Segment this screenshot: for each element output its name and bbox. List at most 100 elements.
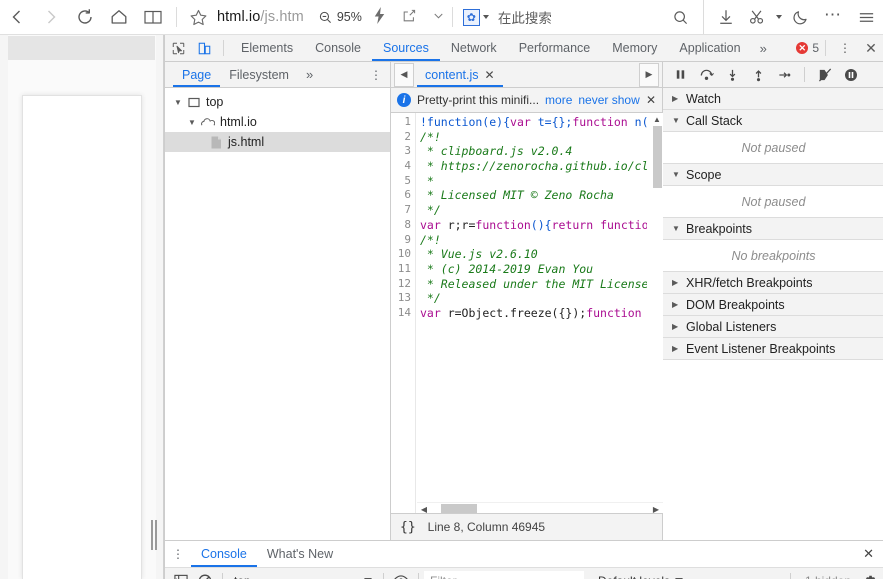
scroll-tabs-right-button[interactable]: ▶ — [639, 62, 659, 87]
debugger-toolbar — [663, 62, 883, 88]
url-path: /js.htm — [260, 9, 304, 25]
tab-filesystem[interactable]: Filesystem — [220, 62, 298, 87]
clear-console-icon[interactable] — [193, 570, 217, 579]
console-settings-gear-icon[interactable] — [860, 570, 878, 579]
code-content[interactable]: !function(e){var t={};function n(/*! * c… — [417, 113, 647, 516]
console-log-levels-dropdown[interactable]: Default levels — [598, 574, 684, 579]
moon-icon[interactable] — [785, 0, 817, 34]
tab-network[interactable]: Network — [440, 35, 508, 61]
section-header-event-listener-breakpoints[interactable]: ▶ Event Listener Breakpoints — [663, 338, 883, 360]
code-line: * — [417, 174, 647, 189]
toggle-device-toolbar-icon[interactable] — [191, 35, 217, 61]
console-sidebar-toggle-icon[interactable] — [169, 570, 193, 579]
navigator-kebab-icon[interactable]: ⋮ — [362, 68, 390, 82]
disclosure-triangle-icon: ▼ — [672, 116, 680, 125]
section-header-watch[interactable]: ▶ Watch — [663, 88, 883, 110]
caret-down-icon[interactable] — [772, 0, 785, 34]
section-header-call-stack[interactable]: ▼ Call Stack — [663, 110, 883, 132]
close-drawer-icon[interactable]: ✕ — [853, 546, 883, 562]
home-button[interactable] — [102, 0, 136, 34]
scissors-icon[interactable] — [742, 0, 772, 34]
ellipsis-icon[interactable]: ⋯ — [817, 0, 849, 34]
share-icon[interactable] — [401, 8, 417, 27]
code-line: var r=Object.freeze({});function — [417, 306, 647, 321]
info-icon: i — [397, 93, 411, 107]
more-navigator-tabs-icon[interactable]: » — [298, 67, 321, 82]
chevron-down-icon[interactable] — [431, 8, 446, 26]
tab-elements[interactable]: Elements — [230, 35, 304, 61]
editor-tab-content-js[interactable]: content.js ✕ — [417, 62, 503, 87]
line-number: 10 — [397, 247, 411, 261]
code-token: n( — [627, 115, 647, 129]
tab-performance[interactable]: Performance — [508, 35, 602, 61]
pause-on-exceptions-icon[interactable] — [839, 64, 862, 86]
search-engine-selector[interactable]: ✿ — [462, 8, 489, 26]
code-editor-area[interactable]: 1 2 3 4 5 6 7 8 9 10 11 12 13 14 !function(e){var t={… — [391, 113, 663, 516]
devtools-kebab-icon[interactable]: ⋮ — [832, 35, 858, 61]
console-filter-input[interactable] — [424, 571, 584, 579]
deactivate-breakpoints-icon[interactable] — [813, 64, 836, 86]
tab-page[interactable]: Page — [173, 62, 220, 87]
drawer-resize-handle[interactable] — [148, 512, 160, 558]
step-over-icon[interactable] — [695, 64, 718, 86]
line-number: 7 — [404, 203, 411, 217]
reading-list-icon[interactable] — [136, 0, 170, 34]
close-infobar-icon[interactable]: ✕ — [646, 93, 656, 107]
tree-item-top[interactable]: ▼ top — [165, 92, 390, 112]
download-icon[interactable] — [710, 0, 742, 34]
section-header-global-listeners[interactable]: ▶ Global Listeners — [663, 316, 883, 338]
search-icon[interactable] — [663, 0, 697, 34]
disclosure-triangle-icon: ▶ — [672, 278, 679, 287]
tree-item-html-io[interactable]: ▼ html.io — [165, 112, 390, 132]
reload-button[interactable] — [68, 0, 102, 34]
address-bar[interactable]: html.io/js.htm — [217, 9, 304, 25]
line-number: 14 — [397, 305, 411, 319]
console-context-selector[interactable]: top — [228, 571, 378, 579]
disclosure-triangle-icon[interactable]: ▼ — [171, 98, 185, 107]
disclosure-triangle-icon[interactable]: ▼ — [185, 118, 199, 127]
section-header-breakpoints[interactable]: ▼ Breakpoints — [663, 218, 883, 240]
live-expression-eye-icon[interactable] — [389, 570, 413, 579]
section-header-xhr-breakpoints[interactable]: ▶ XHR/fetch Breakpoints — [663, 272, 883, 294]
scroll-up-arrow-icon[interactable]: ▲ — [653, 113, 661, 125]
bookmark-star-icon[interactable] — [183, 0, 213, 34]
editor-vertical-scrollbar[interactable]: ▲ — [651, 113, 663, 516]
error-count-badge[interactable]: ✕ 5 — [796, 41, 819, 55]
line-number: 11 — [397, 261, 411, 275]
pause-icon[interactable] — [669, 64, 692, 86]
tab-sources[interactable]: Sources — [372, 35, 440, 61]
drawer-kebab-icon[interactable]: ⋮ — [165, 541, 191, 567]
step-out-icon[interactable] — [747, 64, 770, 86]
url-domain: html.io — [217, 9, 261, 25]
close-tab-icon[interactable]: ✕ — [485, 68, 495, 82]
pretty-print-button[interactable]: {} — [400, 520, 416, 535]
drawer-tab-whats-new[interactable]: What's New — [257, 541, 343, 567]
device-page-header — [8, 36, 155, 60]
tab-memory[interactable]: Memory — [601, 35, 668, 61]
infobar-more-link[interactable]: more — [545, 93, 572, 107]
code-token: r;r= — [440, 217, 476, 232]
inspect-element-icon[interactable] — [165, 35, 191, 61]
console-toolbar: top Default levels 1 hidden — [165, 568, 883, 579]
tab-application[interactable]: Application — [668, 35, 751, 61]
scroll-tabs-left-button[interactable]: ◀ — [394, 62, 414, 87]
search-input[interactable]: 在此搜索 — [498, 7, 552, 27]
drawer-tab-console[interactable]: Console — [191, 541, 257, 567]
section-header-dom-breakpoints[interactable]: ▶ DOM Breakpoints — [663, 294, 883, 316]
code-token: function — [586, 305, 642, 320]
step-into-icon[interactable] — [721, 64, 744, 86]
lightning-icon[interactable] — [372, 7, 387, 27]
forward-button[interactable] — [34, 0, 68, 34]
scrollbar-thumb[interactable] — [652, 126, 662, 188]
code-token: return — [551, 217, 594, 232]
tab-console[interactable]: Console — [304, 35, 372, 61]
back-button[interactable] — [0, 0, 34, 34]
menu-icon[interactable] — [849, 0, 883, 34]
more-tabs-icon[interactable]: » — [752, 41, 775, 56]
zoom-indicator[interactable]: 95% — [318, 10, 362, 25]
section-header-scope[interactable]: ▼ Scope — [663, 164, 883, 186]
step-icon[interactable] — [773, 64, 796, 86]
infobar-never-show-link[interactable]: never show — [578, 93, 639, 107]
tree-item-js-html[interactable]: js.html — [165, 132, 390, 152]
close-devtools-icon[interactable]: ✕ — [858, 35, 883, 61]
